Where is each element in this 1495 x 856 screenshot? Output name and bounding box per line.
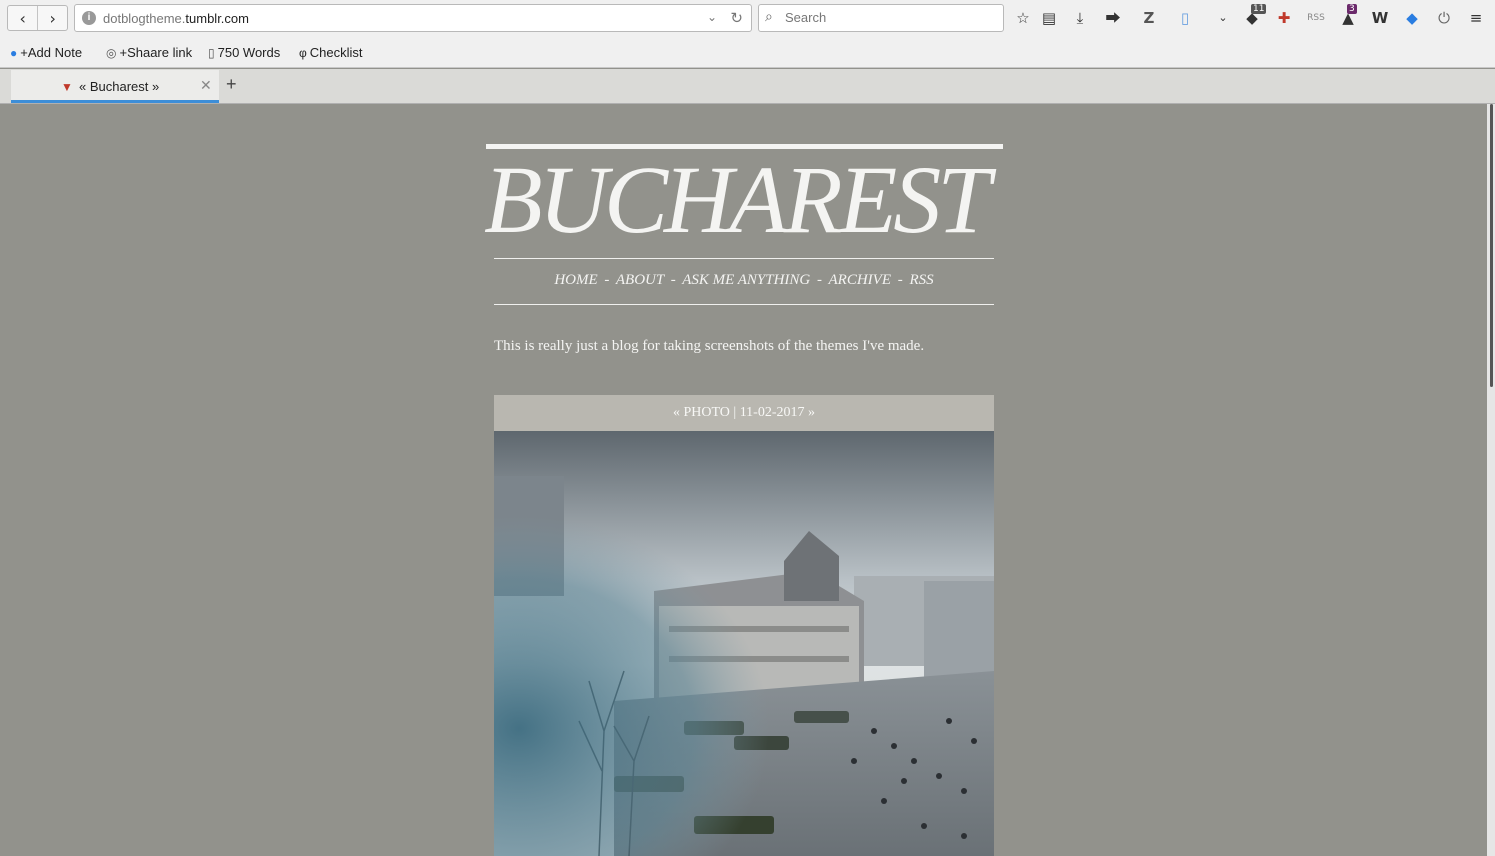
nav-link-archive[interactable]: ARCHIVE <box>829 272 891 288</box>
wallabag-icon[interactable]: W <box>1371 9 1389 27</box>
shield-icon[interactable]: ◆ 11 <box>1243 4 1267 27</box>
evernote-icon: ● <box>10 45 18 60</box>
page-icon: ▯ <box>208 45 215 60</box>
bell-icon[interactable]: ▲ 3 <box>1339 4 1357 27</box>
search-input[interactable] <box>785 10 995 25</box>
search-bar[interactable]: ⌕ <box>758 4 1004 32</box>
tab-bucharest[interactable]: ▼ « Bucharest » ✕ <box>11 70 219 103</box>
favicon-icon: ▼ <box>61 80 73 94</box>
graduation-cap-icon[interactable]: ◆ <box>1403 9 1421 27</box>
bookmarks-bar: ● +Add Note ◎ +Shaare link ▯ 750 Words φ… <box>0 36 1495 68</box>
medical-cross-icon[interactable]: ✚ <box>1275 9 1293 27</box>
nav-separator: - <box>670 272 676 288</box>
nav-buttons: ‹ › <box>7 5 68 31</box>
nav-link-ask[interactable]: ASK ME ANYTHING <box>682 272 810 288</box>
nav-link-home[interactable]: HOME <box>554 272 597 288</box>
badge-count: 3 <box>1347 4 1357 14</box>
document-icon[interactable]: ▯ <box>1176 9 1194 27</box>
post-type[interactable]: PHOTO <box>683 405 729 420</box>
nav-link-rss[interactable]: RSS <box>909 272 933 288</box>
close-icon[interactable]: ✕ <box>200 77 212 94</box>
nav-top-rule <box>494 258 994 259</box>
chevron-down-icon[interactable]: ⌄ <box>707 10 717 24</box>
nav-bottom-rule <box>494 304 994 305</box>
bookmark-add-note[interactable]: ● +Add Note <box>10 45 82 60</box>
city-photo-illustration <box>494 431 994 856</box>
reading-list-icon[interactable]: ▤ <box>1040 9 1058 27</box>
post-divider: | <box>733 405 737 420</box>
browser-toolbar: ‹ › i dotblogtheme.tumblr.com ⌄ ↻ ⌕ ☆ ▤ … <box>0 0 1495 36</box>
forward-button[interactable]: › <box>37 6 67 30</box>
globe-icon: ◎ <box>106 45 117 60</box>
bookmark-checklist[interactable]: φ Checklist <box>299 45 363 60</box>
scrollbar-thumb[interactable] <box>1490 104 1493 387</box>
star-icon[interactable]: ☆ <box>1014 9 1032 27</box>
search-icon: ⌕ <box>765 9 773 25</box>
tab-title: « Bucharest » <box>79 79 160 94</box>
zotero-icon[interactable]: Z <box>1140 9 1158 27</box>
chevron-down-icon[interactable]: ⌄ <box>1214 9 1232 27</box>
bookmark-label: +Add Note <box>20 45 83 60</box>
download-icon[interactable]: ⤓ <box>1071 9 1089 27</box>
tab-strip: ▼ « Bucharest » ✕ + <box>0 69 1495 104</box>
share-icon[interactable]: ⮕ <box>1104 9 1122 27</box>
bookmark-750-words[interactable]: ▯ 750 Words <box>208 45 280 60</box>
nav-link-about[interactable]: ABOUT <box>616 272 664 288</box>
blog-title[interactable]: BUCHAREST <box>484 150 1044 250</box>
blog-nav: HOME - ABOUT - ASK ME ANYTHING - ARCHIVE… <box>494 272 994 289</box>
phi-icon: φ <box>299 45 307 60</box>
nav-separator: - <box>604 272 610 288</box>
prev-post-link[interactable]: « <box>673 405 680 420</box>
back-button[interactable]: ‹ <box>8 6 37 30</box>
power-icon[interactable]: ⏻ <box>1435 9 1453 27</box>
blog-description: This is really just a blog for taking sc… <box>494 338 925 354</box>
new-tab-button[interactable]: + <box>226 74 237 95</box>
menu-icon[interactable]: ≡ <box>1467 9 1485 27</box>
badge-count: 11 <box>1251 4 1267 14</box>
bookmark-label: Checklist <box>309 45 363 60</box>
url-bar[interactable]: i dotblogtheme.tumblr.com ⌄ ↻ <box>74 4 752 32</box>
bookmark-label: +Shaare link <box>119 45 193 60</box>
next-post-link[interactable]: » <box>808 405 815 420</box>
nav-separator: - <box>897 272 903 288</box>
bookmark-label: 750 Words <box>217 45 281 60</box>
reload-icon[interactable]: ↻ <box>730 9 743 27</box>
rss-icon[interactable]: RSS <box>1307 9 1325 27</box>
post-date[interactable]: 11-02-2017 <box>740 405 805 420</box>
bookmark-shaare-link[interactable]: ◎ +Shaare link <box>106 45 192 60</box>
url-text: dotblogtheme.tumblr.com <box>103 11 249 26</box>
post-photo[interactable] <box>494 431 994 856</box>
nav-separator: - <box>817 272 823 288</box>
info-icon[interactable]: i <box>82 11 96 25</box>
post-header: « PHOTO | 11-02-2017 » <box>494 395 994 431</box>
blog-page: BUCHAREST HOME - ABOUT - ASK ME ANYTHING… <box>0 104 1487 856</box>
